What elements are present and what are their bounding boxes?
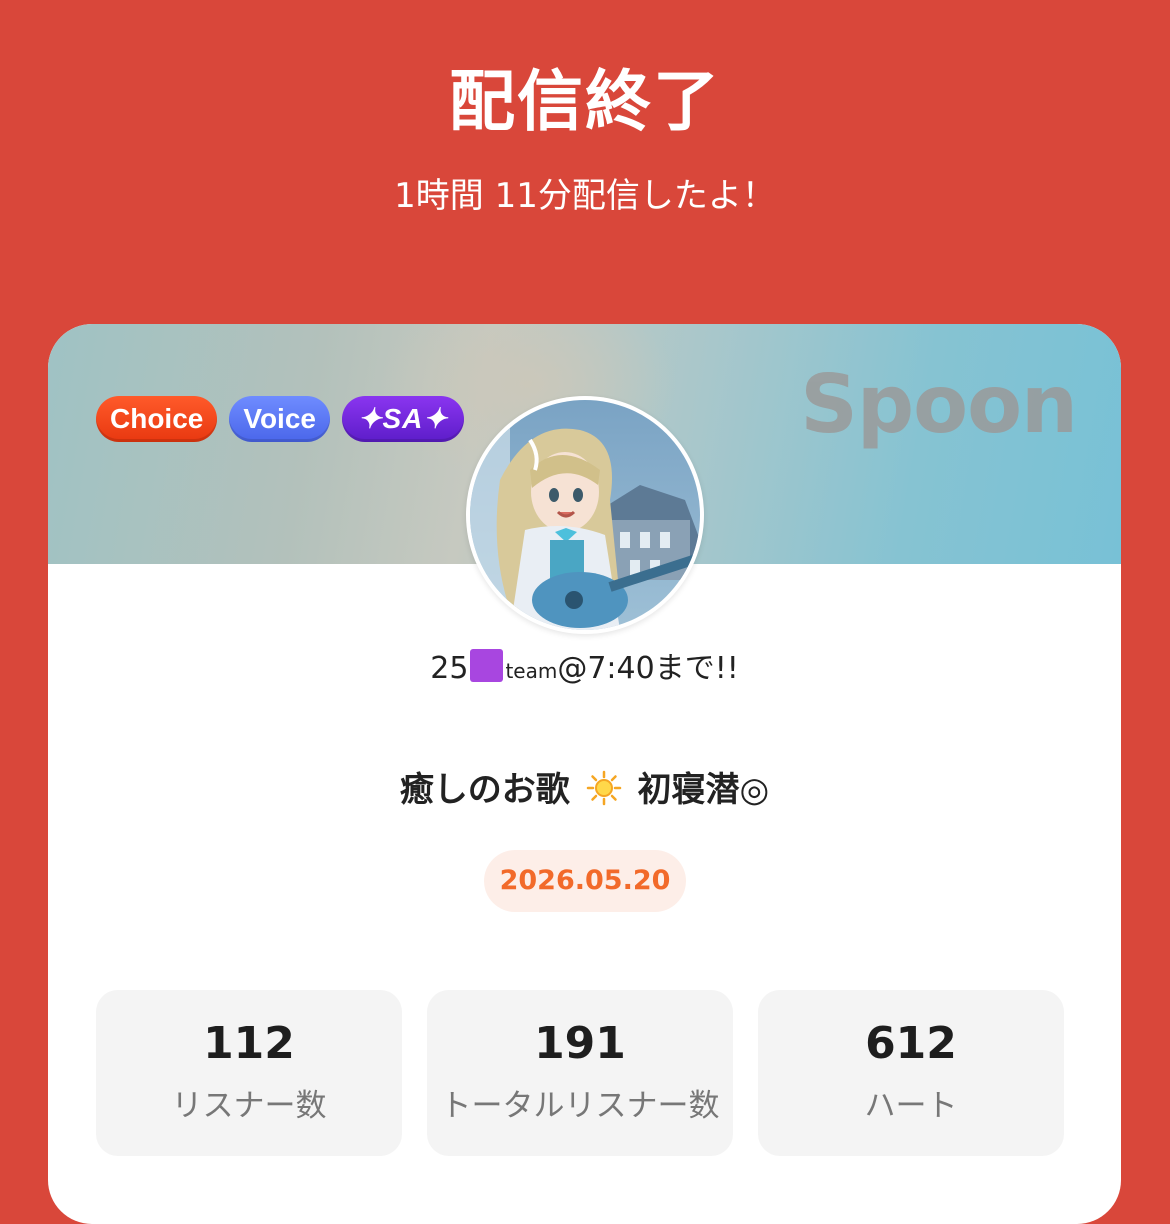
stat-hearts: 612 ハート — [758, 990, 1064, 1156]
badge-list: Choice Voice ✦SA✦ — [96, 396, 464, 442]
date-badge: 2026.05.20 — [484, 850, 686, 912]
broadcast-duration-text: 1時間 11分配信したよ！ — [394, 176, 776, 216]
avatar[interactable] — [466, 396, 704, 634]
user-name-small: team — [505, 659, 558, 683]
user-name[interactable]: 25 team@7:40まで!! — [48, 648, 1121, 690]
stat-label: トータルリスナー数 — [440, 1088, 720, 1124]
stat-label: ハート — [864, 1088, 958, 1124]
user-name-suffix: @7:40まで!! — [557, 651, 739, 686]
stat-value: 112 — [203, 1018, 295, 1069]
live-title-before: 癒しのお歌 — [399, 770, 570, 810]
live-title-after: 初寝潜◎ — [637, 770, 770, 810]
stat-listeners: 112 リスナー数 — [96, 990, 402, 1156]
sun-icon — [586, 770, 621, 806]
spoon-logo: Spoon — [800, 358, 1078, 451]
anime-girl-guitar-avatar-icon — [470, 400, 700, 630]
stats-row: 112 リスナー数 191 トータルリスナー数 612 ハート — [96, 990, 1064, 1156]
stat-label: リスナー数 — [171, 1088, 327, 1124]
user-name-prefix: 25 — [430, 651, 469, 686]
broadcast-summary-card: Spoon Choice Voice ✦SA✦ 25 team@7:40まで!!… — [48, 324, 1121, 1224]
stat-total-listeners: 191 トータルリスナー数 — [427, 990, 733, 1156]
page-title: 配信終了 — [449, 63, 721, 140]
stat-value: 191 — [534, 1018, 626, 1069]
purple-square-icon — [470, 649, 504, 682]
live-title: 癒しのお歌 初寝潜◎ — [48, 768, 1121, 812]
voice-badge: Voice — [229, 396, 330, 442]
stat-value: 612 — [865, 1018, 957, 1069]
choice-badge: Choice — [96, 396, 218, 442]
sa-badge: ✦SA✦ — [341, 396, 464, 442]
